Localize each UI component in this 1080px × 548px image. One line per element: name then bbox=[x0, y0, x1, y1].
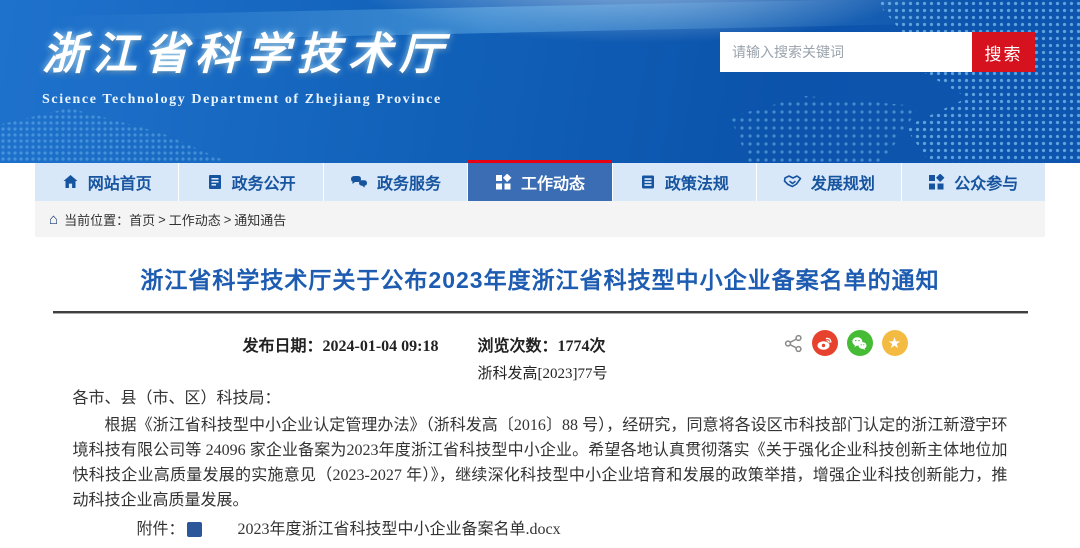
main-navbar: 网站首页 政务公开 政务服务 工作动态 政策法规 bbox=[0, 163, 1080, 201]
weibo-icon[interactable] bbox=[812, 330, 838, 356]
share-buttons: ★ bbox=[784, 330, 908, 356]
home-small-icon: ⌂ bbox=[49, 211, 58, 228]
chat-icon bbox=[350, 174, 368, 190]
breadcrumb-item-home[interactable]: 首页 bbox=[129, 210, 155, 229]
dots-decoration-left bbox=[0, 108, 230, 163]
breadcrumb-prefix: 当前位置： bbox=[64, 210, 129, 229]
nav-item-public-participation[interactable]: 公众参与 bbox=[902, 163, 1045, 201]
view-count-value: 1774次 bbox=[558, 338, 606, 355]
site-logo: 浙江省科学技术厅 Science Technology Department o… bbox=[42, 18, 450, 108]
view-count: 浏览次数：1774次 bbox=[478, 332, 606, 356]
attachment-link[interactable]: 2023年度浙江省科技型中小企业备案名单.docx bbox=[206, 517, 561, 542]
list-icon bbox=[640, 174, 656, 190]
breadcrumb-separator: > bbox=[158, 212, 166, 227]
nav-item-label: 发展规划 bbox=[811, 170, 875, 194]
breadcrumb-bar: ⌂ 当前位置： 首页 > 工作动态 > 通知通告 bbox=[0, 201, 1080, 237]
breadcrumb-separator: > bbox=[224, 212, 232, 227]
breadcrumb-item-notices[interactable]: 通知通告 bbox=[234, 210, 286, 229]
site-logo-subtitle: Science Technology Department of Zhejian… bbox=[42, 92, 450, 108]
publish-date: 发布日期：2024-01-04 09:18 bbox=[243, 332, 439, 356]
publish-date-label: 发布日期： bbox=[243, 338, 323, 355]
share-network-icon[interactable] bbox=[784, 334, 803, 353]
attachment-line: 附件： W 2023年度浙江省科技型中小企业备案名单.docx bbox=[73, 517, 1008, 542]
salutation: 各市、县（市、区）科技局： bbox=[73, 386, 1008, 411]
page-content: 浙江省科学技术厅关于公布2023年度浙江省科技型中小企业备案名单的通知 发布日期… bbox=[0, 261, 1080, 548]
nav-item-label: 网站首页 bbox=[88, 170, 152, 194]
wechat-icon[interactable] bbox=[847, 330, 873, 356]
nav-item-policies[interactable]: 政策法规 bbox=[613, 163, 757, 201]
handshake-icon bbox=[783, 174, 802, 190]
article: 浙江省科学技术厅关于公布2023年度浙江省科技型中小企业备案名单的通知 发布日期… bbox=[53, 261, 1028, 548]
nav-item-home[interactable]: 网站首页 bbox=[35, 163, 179, 201]
search-box: 搜索 bbox=[720, 32, 1035, 72]
article-title: 浙江省科学技术厅关于公布2023年度浙江省科技型中小企业备案名单的通知 bbox=[53, 261, 1028, 295]
breadcrumb-item-work-updates[interactable]: 工作动态 bbox=[169, 210, 221, 229]
nav-item-gov-disclosure[interactable]: 政务公开 bbox=[179, 163, 323, 201]
view-count-label: 浏览次数： bbox=[478, 338, 558, 355]
nav-item-label: 政策法规 bbox=[665, 170, 729, 194]
document-number: 浙科发高[2023]77号 bbox=[478, 362, 608, 383]
article-body: 各市、县（市、区）科技局： 根据《浙江省科技型中小企业认定管理办法》（浙科发高〔… bbox=[53, 386, 1028, 548]
nav-item-label: 政务公开 bbox=[232, 170, 296, 194]
nav-item-label: 政务服务 bbox=[377, 170, 441, 194]
article-paragraph: 根据《浙江省科技型中小企业认定管理办法》（浙科发高〔2016〕88 号），经研究… bbox=[73, 413, 1008, 513]
site-logo-title: 浙江省科学技术厅 bbox=[42, 18, 450, 82]
search-button[interactable]: 搜索 bbox=[972, 32, 1035, 72]
document-icon bbox=[207, 174, 223, 190]
title-divider bbox=[53, 311, 1028, 314]
nav-item-work-updates[interactable]: 工作动态 bbox=[468, 163, 612, 201]
qzone-icon[interactable]: ★ bbox=[882, 330, 908, 356]
nav-item-gov-services[interactable]: 政务服务 bbox=[324, 163, 468, 201]
world-map-dots-decoration-2 bbox=[730, 60, 920, 163]
word-doc-icon: W bbox=[187, 522, 202, 537]
article-meta: 发布日期：2024-01-04 09:18 浏览次数：1774次 浙科发高[20… bbox=[53, 328, 1028, 380]
search-input[interactable] bbox=[720, 32, 972, 72]
breadcrumb: ⌂ 当前位置： 首页 > 工作动态 > 通知通告 bbox=[35, 201, 1045, 237]
participate-icon bbox=[928, 174, 945, 191]
publish-date-value: 2024-01-04 09:18 bbox=[323, 338, 439, 355]
site-banner: 浙江省科学技术厅 Science Technology Department o… bbox=[0, 0, 1080, 163]
nav-item-development-planning[interactable]: 发展规划 bbox=[757, 163, 901, 201]
nav-item-label: 工作动态 bbox=[521, 170, 585, 194]
home-icon bbox=[62, 174, 79, 190]
nav-item-label: 公众参与 bbox=[954, 170, 1018, 194]
blocks-icon bbox=[495, 174, 512, 191]
main-nav-inner: 网站首页 政务公开 政务服务 工作动态 政策法规 bbox=[35, 163, 1045, 201]
